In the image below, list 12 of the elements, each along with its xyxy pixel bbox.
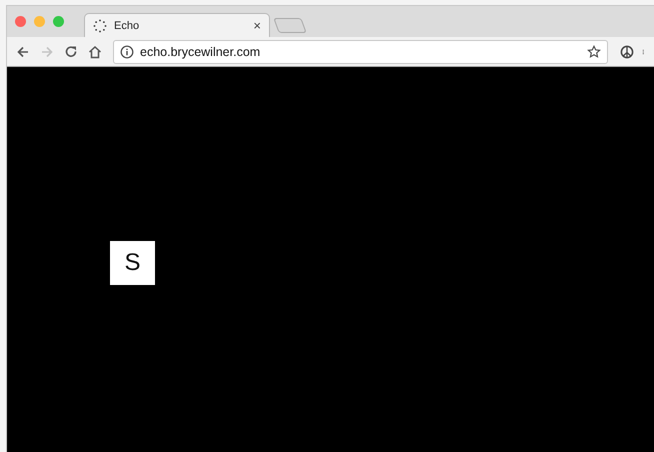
star-icon[interactable] <box>587 44 601 58</box>
reload-icon[interactable] <box>63 44 79 60</box>
peace-sign-icon[interactable] <box>620 44 634 58</box>
address-bar[interactable]: echo.brycewilner.com <box>113 40 608 64</box>
url-text: echo.brycewilner.com <box>140 44 262 58</box>
loading-spinner-icon <box>93 18 107 32</box>
tab-title: Echo <box>114 20 140 32</box>
browser-tab[interactable]: Echo × <box>84 13 270 37</box>
letter-tile: S <box>110 241 155 285</box>
home-icon[interactable] <box>87 44 103 60</box>
tab-close-button[interactable]: × <box>253 18 261 33</box>
info-icon[interactable] <box>120 44 134 58</box>
